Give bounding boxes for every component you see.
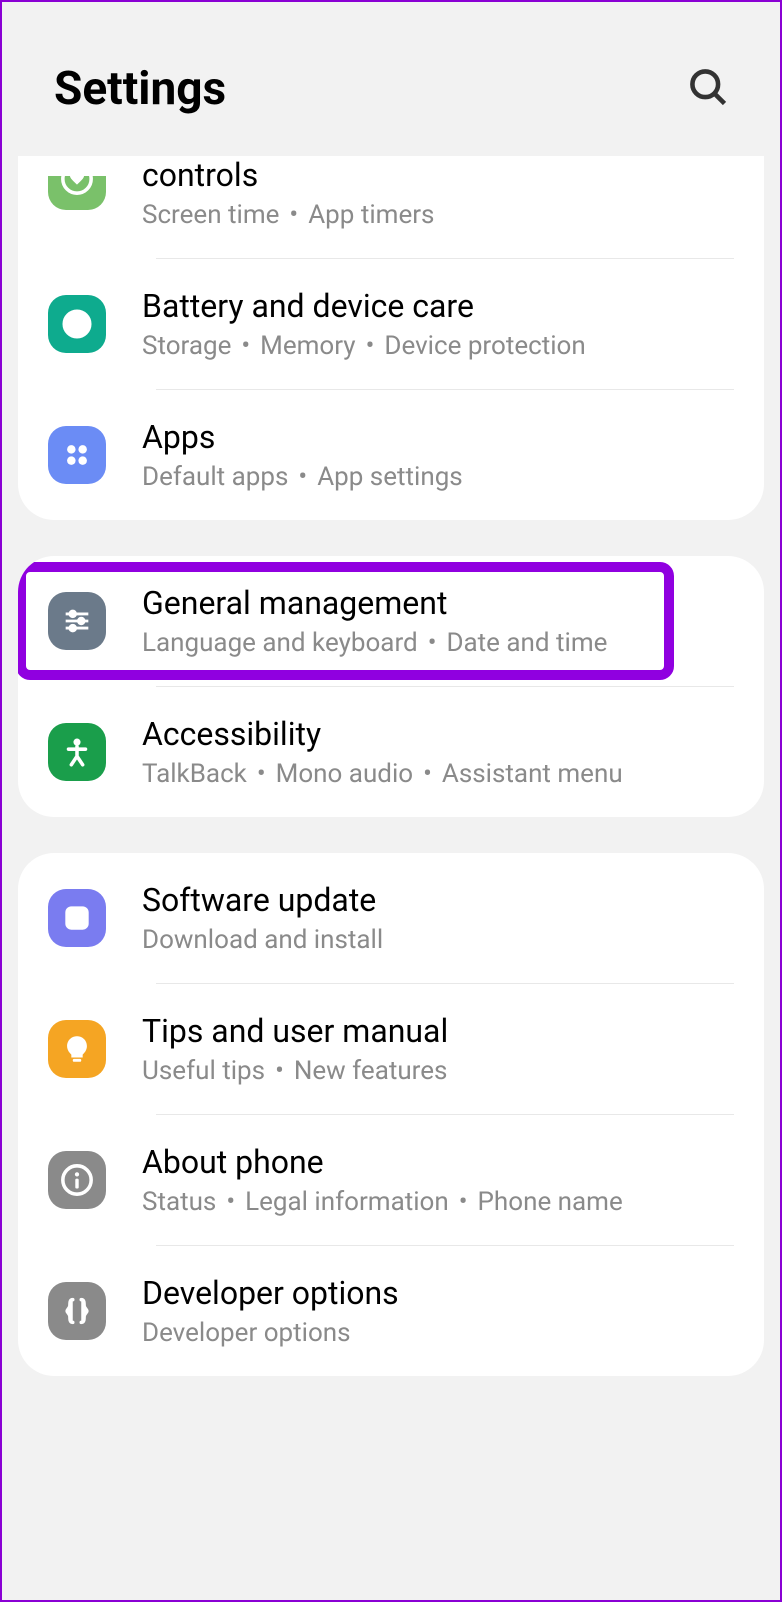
item-subtitle: Storage•Memory•Device protection	[142, 331, 734, 361]
header: Settings	[2, 2, 780, 156]
item-text: About phone Status•Legal information•Phon…	[142, 1143, 734, 1217]
page-title: Settings	[54, 62, 226, 116]
item-text: Software update Download and install	[142, 881, 734, 955]
item-text: Accessibility TalkBack•Mono audio•Assista…	[142, 715, 734, 789]
settings-item-software[interactable]: Software update Download and install	[18, 853, 764, 983]
target-icon	[48, 295, 106, 353]
grid4-icon	[48, 426, 106, 484]
item-text: controls Screen time•App timers	[142, 156, 734, 230]
settings-item-tips[interactable]: Tips and user manual Useful tips•New feat…	[18, 984, 764, 1114]
item-subtitle: Status•Legal information•Phone name	[142, 1187, 734, 1217]
search-icon[interactable]	[686, 65, 730, 113]
settings-group: General management Language and keyboard•…	[18, 556, 764, 817]
settings-list: controls Screen time•App timers Battery an…	[2, 156, 780, 1376]
settings-item-developer[interactable]: Developer options Developer options	[18, 1246, 764, 1376]
item-subtitle: Default apps•App settings	[142, 462, 734, 492]
item-subtitle: TalkBack•Mono audio•Assistant menu	[142, 759, 734, 789]
item-subtitle: Screen time•App timers	[142, 200, 734, 230]
heart-circle-icon	[48, 176, 106, 210]
bulb-icon	[48, 1020, 106, 1078]
item-text: General management Language and keyboard•…	[142, 584, 734, 658]
item-text: Apps Default apps•App settings	[142, 418, 734, 492]
settings-group: Software update Download and install Tips …	[18, 853, 764, 1376]
item-title: Developer options	[142, 1274, 734, 1312]
settings-item-battery[interactable]: Battery and device care Storage•Memory•De…	[18, 259, 764, 389]
settings-item-controls[interactable]: controls Screen time•App timers	[18, 156, 764, 258]
item-text: Developer options Developer options	[142, 1274, 734, 1348]
item-subtitle: Useful tips•New features	[142, 1056, 734, 1086]
braces-icon	[48, 1282, 106, 1340]
item-title: Apps	[142, 418, 734, 456]
item-title: Accessibility	[142, 715, 734, 753]
item-subtitle: Language and keyboard•Date and time	[142, 628, 734, 658]
download-icon	[48, 889, 106, 947]
item-text: Tips and user manual Useful tips•New feat…	[142, 1012, 734, 1086]
item-title: controls	[142, 156, 734, 194]
item-text: Battery and device care Storage•Memory•De…	[142, 287, 734, 361]
settings-item-general[interactable]: General management Language and keyboard•…	[18, 556, 764, 686]
settings-item-apps[interactable]: Apps Default apps•App settings	[18, 390, 764, 520]
settings-item-about[interactable]: About phone Status•Legal information•Phon…	[18, 1115, 764, 1245]
item-title: Battery and device care	[142, 287, 734, 325]
item-subtitle: Download and install	[142, 925, 734, 955]
item-subtitle: Developer options	[142, 1318, 734, 1348]
item-title: General management	[142, 584, 734, 622]
item-title: About phone	[142, 1143, 734, 1181]
sliders-icon	[48, 592, 106, 650]
item-title: Tips and user manual	[142, 1012, 734, 1050]
settings-group: controls Screen time•App timers Battery an…	[18, 156, 764, 520]
settings-item-accessibility[interactable]: Accessibility TalkBack•Mono audio•Assista…	[18, 687, 764, 817]
person-icon	[48, 723, 106, 781]
info-icon	[48, 1151, 106, 1209]
item-title: Software update	[142, 881, 734, 919]
